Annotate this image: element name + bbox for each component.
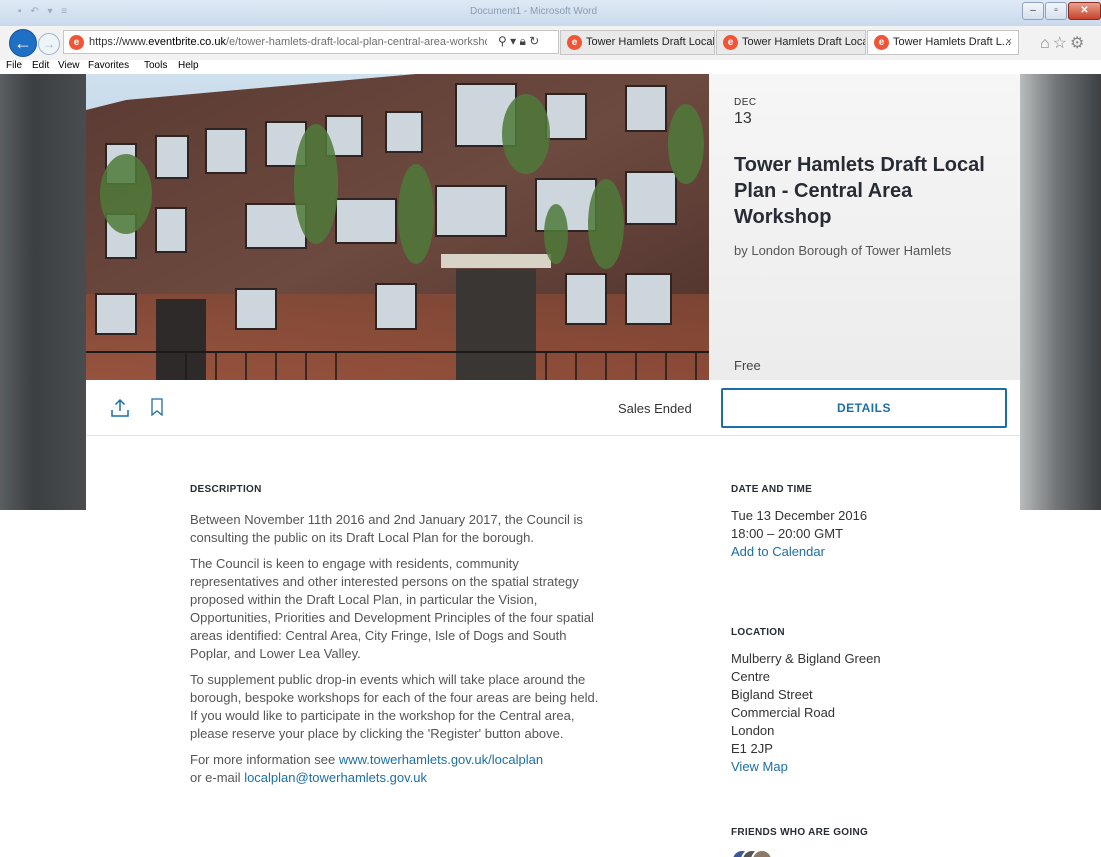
settings-gear-icon[interactable]: ⚙ — [1070, 35, 1087, 52]
home-icon[interactable]: ⌂ — [1040, 35, 1053, 52]
refresh-icon[interactable]: ↻ — [529, 34, 539, 48]
address-bar[interactable]: e https://www.eventbrite.co.uk/e/tower-h… — [63, 30, 559, 54]
event-details-content: DESCRIPTION Between November 11th 2016 a… — [86, 436, 1020, 857]
share-icon[interactable] — [110, 398, 130, 418]
menu-tools[interactable]: Tools — [144, 60, 167, 71]
back-button[interactable]: ← — [9, 29, 37, 57]
sales-status: Sales Ended — [618, 401, 692, 416]
location-heading: LOCATION — [731, 627, 785, 638]
location-block: Mulberry & Bigland Green Centre Bigland … — [731, 650, 881, 776]
event-title: Tower Hamlets Draft Local Plan - Central… — [734, 154, 985, 228]
location-line: E1 2JP — [731, 741, 773, 756]
event-date: Tue 13 December 2016 — [731, 508, 868, 523]
menu-file[interactable]: File — [6, 60, 22, 71]
event-day: 13 — [734, 110, 752, 127]
lock-icon[interactable]: 🔒︎ — [520, 34, 526, 48]
location-line: London — [731, 723, 775, 738]
menu-help[interactable]: Help — [178, 60, 199, 71]
address-bar-icons[interactable]: ⚲ ▾ 🔒︎ ↻ — [498, 34, 539, 49]
event-hero-image — [86, 74, 709, 380]
menu-bar: File Edit View Favorites Tools Help — [0, 60, 1101, 74]
details-button[interactable]: DETAILS — [721, 388, 1007, 428]
tab-favicon-icon: e — [874, 34, 889, 50]
view-map-link[interactable]: View Map — [731, 758, 881, 776]
browser-right-icons: ⌂☆⚙ — [1040, 33, 1087, 53]
description-paragraph: The Council is keen to engage with resid… — [190, 556, 594, 661]
hero-background-right — [1020, 74, 1101, 510]
window-title-bar: ▪ ↶ ▾ ≡ Document1 - Microsoft Word – ▫ ✕ — [0, 0, 1101, 26]
event-action-bar: Sales Ended DETAILS — [86, 380, 1020, 436]
friends-going-heading: FRIENDS WHO ARE GOING — [731, 827, 869, 838]
location-line: Centre — [731, 669, 771, 684]
add-to-calendar-link[interactable]: Add to Calendar — [731, 543, 867, 561]
location-line: Bigland Street — [731, 687, 813, 702]
browser-tab-active[interactable]: e Tower Hamlets Draft L... × — [867, 30, 1019, 55]
event-organizer[interactable]: by London Borough of Tower Hamlets — [734, 243, 951, 258]
date-time-heading: DATE AND TIME — [731, 484, 813, 495]
description-paragraph: To supplement public drop-in events whic… — [190, 672, 599, 741]
description-paragraph: Between November 11th 2016 and 2nd Janua… — [190, 512, 583, 545]
description-paragraph: For more information see www.towerhamlet… — [190, 752, 544, 785]
minimize-button[interactable]: – — [1022, 2, 1044, 20]
friends-avatars[interactable] — [731, 849, 791, 857]
location-line: Mulberry & Bigland Green — [731, 651, 881, 666]
menu-view[interactable]: View — [58, 60, 80, 71]
tab-favicon-icon: e — [723, 34, 738, 50]
event-month: DEC — [734, 97, 757, 108]
event-time: 18:00 – 20:00 GMT — [731, 526, 844, 541]
forward-button[interactable]: → — [38, 33, 60, 55]
localplan-email-link[interactable]: localplan@towerhamlets.gov.uk — [244, 770, 427, 785]
menu-favorites[interactable]: Favorites — [88, 60, 129, 71]
site-favicon-icon: e — [69, 35, 84, 50]
maximize-button[interactable]: ▫ — [1045, 2, 1067, 20]
bookmark-icon[interactable] — [150, 398, 164, 416]
tab-favicon-icon: e — [567, 34, 582, 50]
event-price: Free — [734, 358, 761, 373]
url-text[interactable]: https://www.eventbrite.co.uk/e/tower-ham… — [89, 36, 487, 48]
location-line: Commercial Road — [731, 705, 836, 720]
description-heading: DESCRIPTION — [190, 484, 262, 495]
event-summary-panel: DEC 13 Tower Hamlets Draft Local Plan - … — [709, 74, 1020, 380]
close-tab-icon[interactable]: × — [1006, 31, 1012, 54]
window-title: Document1 - Microsoft Word — [470, 6, 598, 17]
dropdown-arrow-icon[interactable]: ▾ — [510, 34, 516, 48]
close-window-button[interactable]: ✕ — [1068, 2, 1101, 20]
favorites-star-icon[interactable]: ☆ — [1053, 35, 1070, 52]
localplan-website-link[interactable]: www.towerhamlets.gov.uk/localplan — [339, 752, 543, 767]
menu-edit[interactable]: Edit — [32, 60, 49, 71]
description-body: Between November 11th 2016 and 2nd Janua… — [190, 511, 600, 795]
search-icon[interactable]: ⚲ — [498, 34, 507, 48]
browser-tab[interactable]: eTower Hamlets Draft Local... — [716, 30, 866, 55]
browser-tab[interactable]: eTower Hamlets Draft Local... — [560, 30, 715, 55]
date-time-block: Tue 13 December 2016 18:00 – 20:00 GMT A… — [731, 507, 867, 561]
quick-access-toolbar: ▪ ↶ ▾ ≡ — [18, 6, 71, 17]
